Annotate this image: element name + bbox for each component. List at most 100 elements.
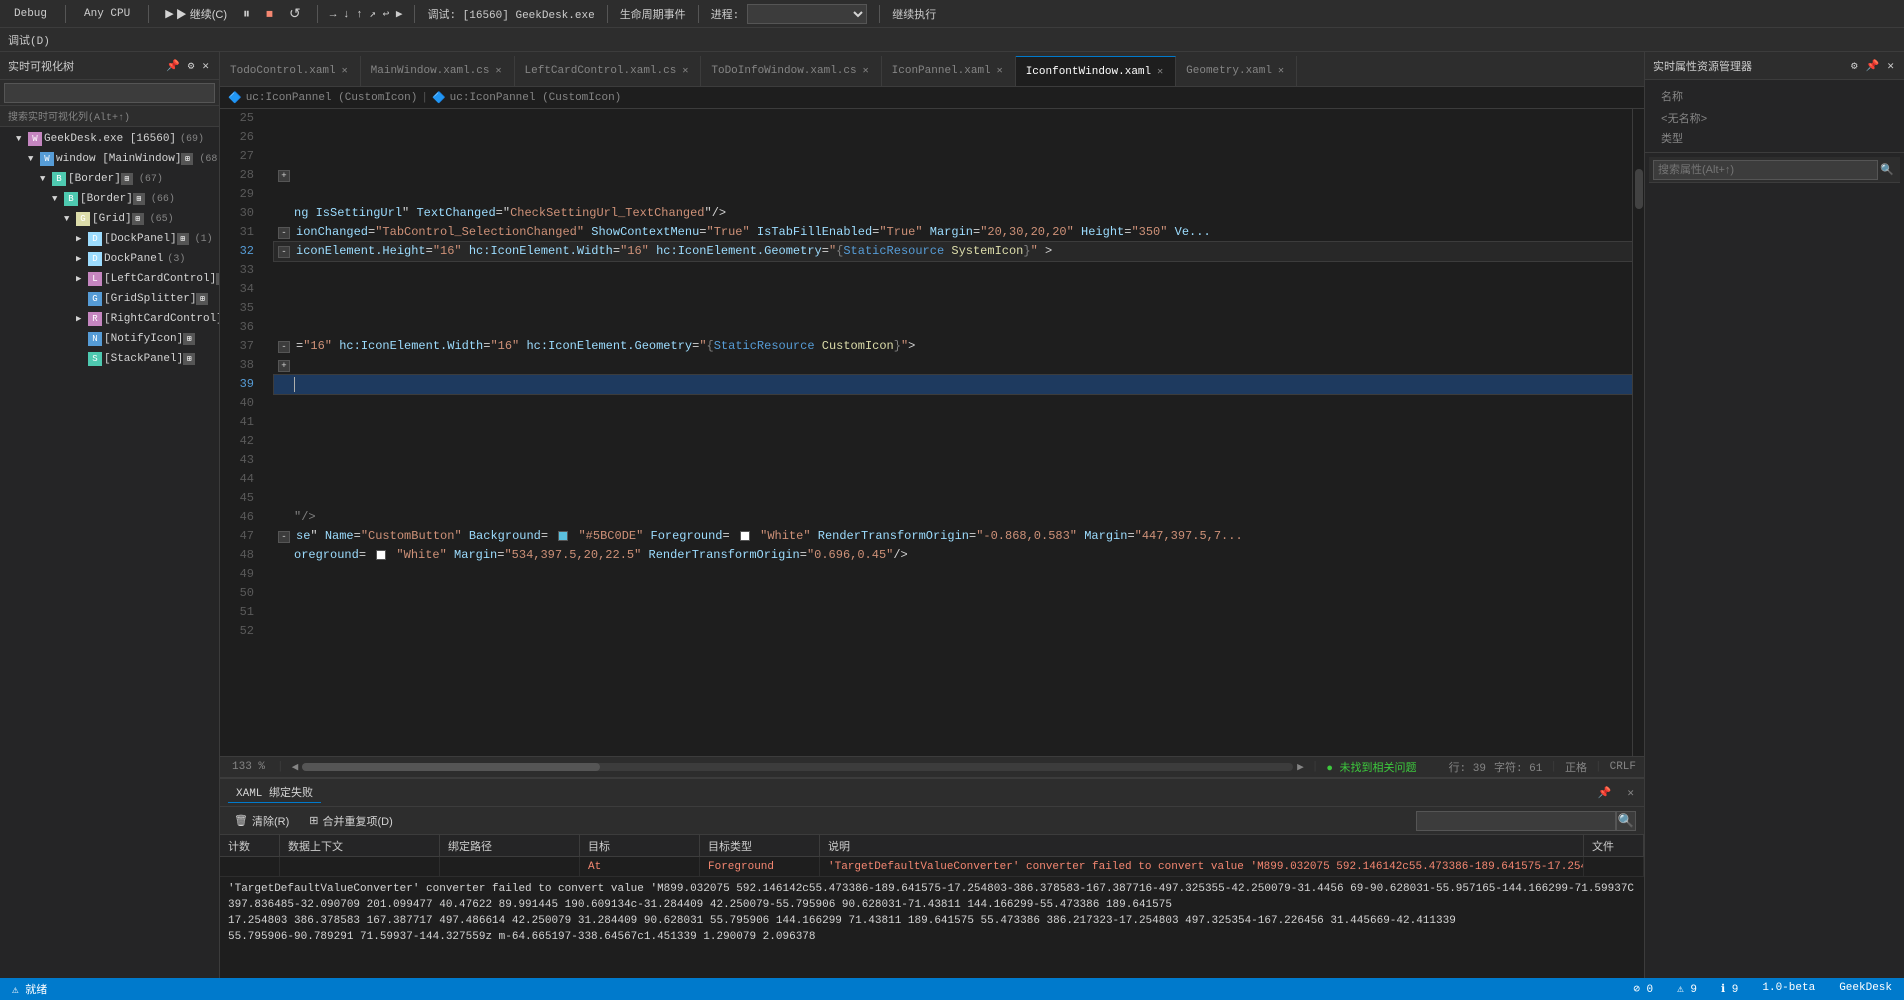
th-target[interactable]: 目标 bbox=[580, 835, 700, 856]
right-search-btn[interactable]: 🔍 bbox=[1878, 161, 1896, 179]
ln-37: 37 bbox=[220, 337, 262, 356]
tree-item-mainwindow[interactable]: ▼ W window [MainWindow] ⊞ (68) bbox=[0, 149, 219, 169]
count-mainwindow: (68) bbox=[199, 154, 219, 165]
fold-31[interactable]: - bbox=[278, 227, 290, 239]
left-panel-pin[interactable]: 📌 bbox=[164, 57, 182, 75]
tab-todocontrol[interactable]: TodoControl.xaml ✕ bbox=[220, 56, 361, 86]
arrow-dockpanel2[interactable]: ▶ bbox=[76, 254, 88, 264]
status-branch[interactable]: 1.0-beta bbox=[1758, 982, 1819, 996]
left-panel-settings[interactable]: ⚙ bbox=[186, 57, 197, 75]
no-issues-label[interactable]: ● 未找到相关问题 bbox=[1326, 759, 1416, 775]
tree-item-rightcard[interactable]: ▶ R [RightCardControl] (40) bbox=[0, 309, 219, 329]
fold-28[interactable]: + bbox=[278, 170, 290, 182]
editor-bottom-container: 25 26 27 28 29 30 31 32 33 34 35 36 37 3… bbox=[220, 109, 1644, 978]
arrow-dockpanel1[interactable]: ▶ bbox=[76, 234, 88, 244]
scroll-right-btn[interactable]: ▶ bbox=[1297, 760, 1304, 774]
tree-item-border1[interactable]: ▼ B [Border] ⊞ (67) bbox=[0, 169, 219, 189]
status-ready[interactable]: ⚠ 就绪 bbox=[8, 981, 51, 997]
tab-close-todoinfo[interactable]: ✕ bbox=[861, 65, 871, 77]
tab-iconfontwindow[interactable]: IconfontWindow.xaml ✕ bbox=[1016, 56, 1176, 86]
status-appname[interactable]: GeekDesk bbox=[1835, 982, 1896, 996]
tree-item-gridsplitter[interactable]: ▶ G [GridSplitter] ⊞ bbox=[0, 289, 219, 309]
fold-38[interactable]: + bbox=[278, 360, 290, 372]
tab-close-todocontrol[interactable]: ✕ bbox=[340, 65, 350, 77]
search-binding-btn[interactable]: 🔍 bbox=[1616, 811, 1636, 831]
scrollbar-thumb-v[interactable] bbox=[1635, 169, 1643, 209]
arrow-mainwindow[interactable]: ▼ bbox=[28, 154, 40, 164]
tree-item-dockpanel1[interactable]: ▶ D [DockPanel] ⊞ (1) bbox=[0, 229, 219, 249]
left-panel-close[interactable]: ✕ bbox=[200, 57, 211, 75]
error-text-desc: 'TargetDefaultValueConverter' converter … bbox=[828, 861, 1584, 873]
zoom-level[interactable]: 133 % bbox=[228, 761, 269, 773]
cpu-dropdown[interactable]: Any CPU bbox=[78, 6, 136, 22]
tree-item-dockpanel2[interactable]: ▶ D DockPanel (3) bbox=[0, 249, 219, 269]
stop-button[interactable]: ⏹ bbox=[262, 3, 277, 24]
code-line-49 bbox=[274, 565, 1632, 584]
vertical-scrollbar[interactable] bbox=[1632, 109, 1644, 756]
status-warnings[interactable]: ⚠ 9 bbox=[1673, 982, 1701, 996]
th-count[interactable]: 计数 bbox=[220, 835, 280, 856]
right-search-input[interactable] bbox=[1653, 160, 1878, 180]
icon-geekdesk: W bbox=[28, 132, 42, 146]
tab-mainwindow[interactable]: MainWindow.xaml.cs ✕ bbox=[361, 56, 515, 86]
th-desc[interactable]: 说明 bbox=[820, 835, 1584, 856]
tree-item-geekdesk[interactable]: ▼ W GeekDesk.exe [16560] (69) bbox=[0, 129, 219, 149]
debug-dropdown[interactable]: Debug bbox=[8, 6, 53, 22]
bottom-tab-xaml[interactable]: XAML 绑定失败 bbox=[228, 782, 321, 803]
th-targettype[interactable]: 目标类型 bbox=[700, 835, 820, 856]
tree-search-input[interactable] bbox=[4, 83, 215, 103]
tab-geometry[interactable]: Geometry.xaml ✕ bbox=[1176, 56, 1297, 86]
code-line-51 bbox=[274, 603, 1632, 622]
arrow-rightcard[interactable]: ▶ bbox=[76, 314, 88, 324]
bottom-close-btn[interactable]: ✕ bbox=[1625, 784, 1636, 802]
tree-item-leftcard[interactable]: ▶ L [LeftCardControl] ⊞ (14) bbox=[0, 269, 219, 289]
tab-close-iconfontwindow[interactable]: ✕ bbox=[1155, 66, 1165, 78]
tab-close-iconpannel[interactable]: ✕ bbox=[995, 65, 1005, 77]
table-row-1[interactable]: At Foreground 'TargetDefaultValueConvert… bbox=[220, 857, 1644, 877]
tab-leftcard[interactable]: LeftCardControl.xaml.cs ✕ bbox=[515, 56, 702, 86]
horizontal-scrollbar[interactable] bbox=[302, 763, 1293, 771]
pause-button[interactable]: ⏸ bbox=[239, 3, 254, 24]
th-path[interactable]: 绑定路径 bbox=[440, 835, 580, 856]
search-binding-input[interactable] bbox=[1416, 811, 1616, 831]
tree-item-notifyicon[interactable]: ▶ N [NotifyIcon] ⊞ bbox=[0, 329, 219, 349]
merge-btn[interactable]: ⊞ 合并重复项(D) bbox=[303, 811, 399, 831]
continue-button[interactable]: ▶ ▶ 继续(C) bbox=[161, 4, 231, 24]
tab-close-mainwindow[interactable]: ✕ bbox=[493, 65, 503, 77]
right-panel-pin[interactable]: 📌 bbox=[1864, 57, 1882, 75]
tree-item-grid[interactable]: ▼ G [Grid] ⊞ (65) bbox=[0, 209, 219, 229]
second-toolbar: 调试(D) bbox=[0, 28, 1904, 52]
restart-button[interactable]: ↺ bbox=[285, 3, 305, 24]
bottom-pin-btn[interactable]: 📌 bbox=[1596, 784, 1614, 802]
right-panel-close[interactable]: ✕ bbox=[1885, 57, 1896, 75]
icon-leftcard: L bbox=[88, 272, 102, 286]
line-numbers: 25 26 27 28 29 30 31 32 33 34 35 36 37 3… bbox=[220, 109, 270, 756]
h-scrollbar-thumb[interactable] bbox=[302, 763, 599, 771]
th-file[interactable]: 文件 bbox=[1584, 835, 1644, 856]
code-content[interactable]: + ng IsSettingUrl" TextChanged="CheckSet… bbox=[270, 109, 1632, 756]
fold-32[interactable]: - bbox=[278, 246, 290, 258]
fold-37[interactable]: - bbox=[278, 341, 290, 353]
arrow-leftcard[interactable]: ▶ bbox=[76, 274, 88, 284]
tab-close-leftcard[interactable]: ✕ bbox=[680, 65, 690, 77]
process-select[interactable] bbox=[747, 4, 867, 24]
status-info[interactable]: ℹ 9 bbox=[1717, 982, 1742, 996]
tree-item-stackpanel[interactable]: ▶ S [StackPanel] ⊞ bbox=[0, 349, 219, 369]
arrow-grid[interactable]: ▼ bbox=[64, 214, 76, 224]
fold-47[interactable]: - bbox=[278, 531, 290, 543]
right-panel-settings[interactable]: ⚙ bbox=[1849, 57, 1860, 75]
tab-iconpannel[interactable]: IconPannel.xaml ✕ bbox=[882, 56, 1016, 86]
th-context[interactable]: 数据上下文 bbox=[280, 835, 440, 856]
clear-label: 清除(R) bbox=[252, 813, 289, 829]
ln-42: 42 bbox=[220, 432, 262, 451]
scroll-left-btn[interactable]: ◀ bbox=[292, 760, 299, 774]
tab-todoinfo[interactable]: ToDoInfoWindow.xaml.cs ✕ bbox=[701, 56, 881, 86]
arrow-geekdesk[interactable]: ▼ bbox=[16, 134, 28, 144]
status-errors[interactable]: ⊘ 0 bbox=[1629, 982, 1657, 996]
op-30c: "/> bbox=[705, 206, 727, 220]
tree-item-border2[interactable]: ▼ B [Border] ⊞ (66) bbox=[0, 189, 219, 209]
arrow-border2[interactable]: ▼ bbox=[52, 194, 64, 204]
tab-close-geometry[interactable]: ✕ bbox=[1276, 65, 1286, 77]
clear-btn[interactable]: 🗑 清除(R) bbox=[228, 811, 295, 831]
arrow-border1[interactable]: ▼ bbox=[40, 174, 52, 184]
